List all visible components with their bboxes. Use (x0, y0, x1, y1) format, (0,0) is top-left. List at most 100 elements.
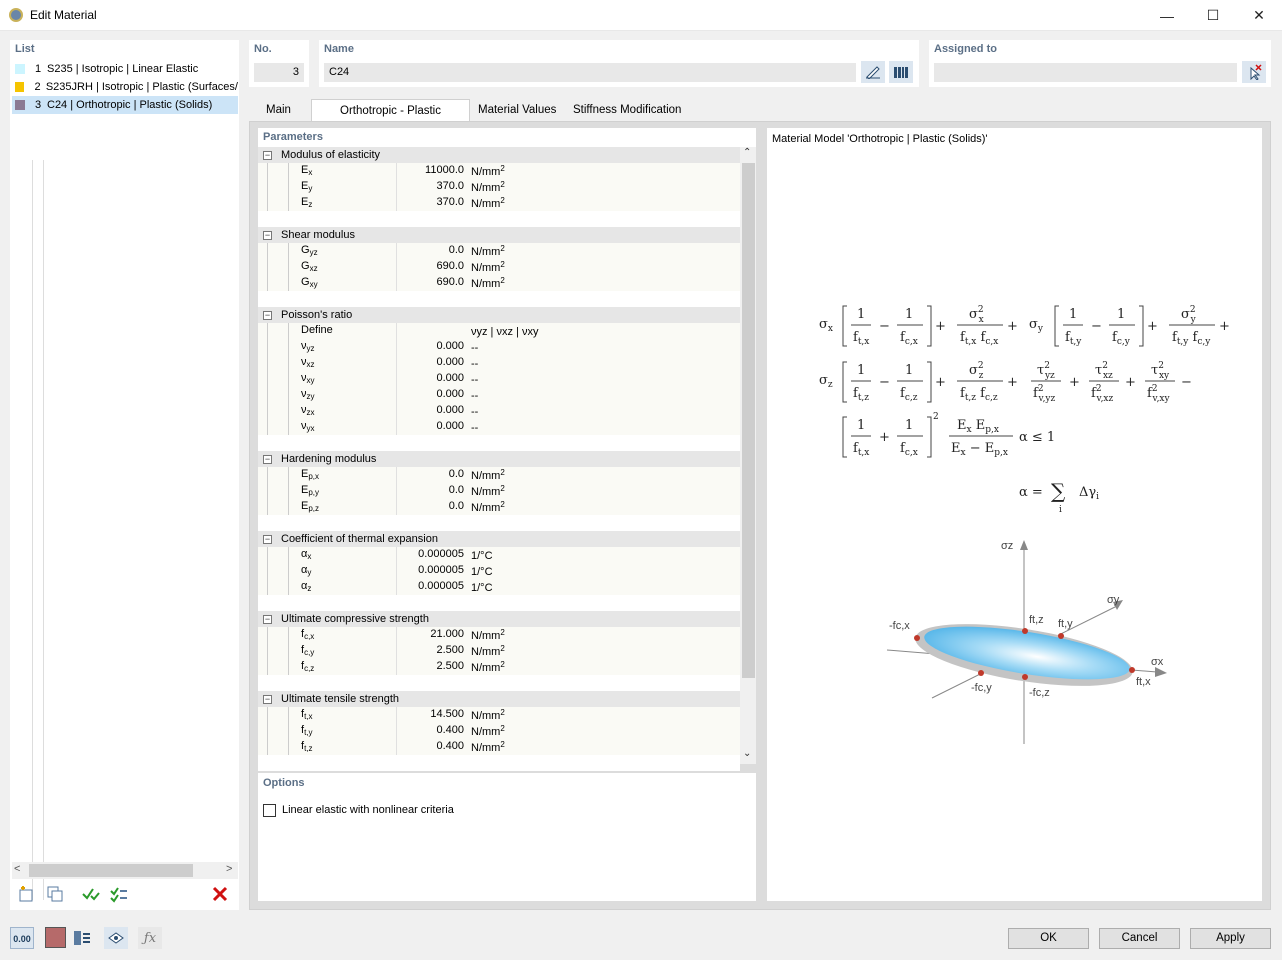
parameter-row[interactable]: νyz 0.000 -- (258, 339, 740, 355)
horizontal-scrollbar[interactable]: < > (12, 862, 238, 879)
parameter-row[interactable]: Ex 11000.0 N/mm2 (258, 163, 740, 179)
collapse-icon[interactable]: − (263, 310, 272, 320)
parameter-row[interactable]: αy 0.000005 1/°C (258, 563, 740, 579)
parameter-row[interactable]: ft,x 14.500 N/mm2 (258, 707, 740, 723)
parameter-row[interactable]: νyx 0.000 -- (258, 419, 740, 435)
list-item-selected[interactable]: 3 C24 | Orthotropic | Plastic (Solids) (12, 96, 238, 114)
units-icon[interactable]: 0.00 (10, 927, 34, 949)
parameter-row[interactable]: νxz 0.000 -- (258, 355, 740, 371)
cancel-button[interactable]: Cancel (1099, 928, 1180, 949)
collapse-icon[interactable]: − (263, 534, 272, 544)
parameter-value[interactable]: 0.0 (396, 484, 464, 496)
scroll-right-arrow[interactable]: > (226, 863, 232, 875)
maximize-button[interactable]: ☐ (1190, 0, 1236, 31)
parameter-row[interactable]: fc,x 21.000 N/mm2 (258, 627, 740, 643)
parameter-value[interactable]: 690.0 (396, 276, 464, 288)
parameter-value[interactable]: 2.500 (396, 660, 464, 672)
parameter-row[interactable]: Gyz 0.0 N/mm2 (258, 243, 740, 259)
parameter-value[interactable]: 0.0 (396, 468, 464, 480)
parameter-row[interactable]: Ep,x 0.0 N/mm2 (258, 467, 740, 483)
apply-button[interactable]: Apply (1190, 928, 1271, 949)
linear-elastic-label[interactable]: Linear elastic with nonlinear criteria (282, 804, 454, 816)
parameter-group-header[interactable]: − Poisson's ratio (258, 307, 740, 323)
parameter-value[interactable]: 0.0 (396, 244, 464, 256)
parameter-row[interactable]: Ey 370.0 N/mm2 (258, 179, 740, 195)
close-button[interactable]: ✕ (1236, 0, 1282, 31)
display-properties-icon[interactable] (70, 927, 94, 949)
parameter-value[interactable]: 0.000005 (396, 548, 464, 560)
scroll-thumb[interactable] (29, 864, 193, 877)
parameter-row[interactable]: ft,z 0.400 N/mm2 (258, 739, 740, 755)
parameter-group-header[interactable]: − Ultimate compressive strength (258, 611, 740, 627)
parameter-row[interactable]: Ep,y 0.0 N/mm2 (258, 483, 740, 499)
parameter-row[interactable]: Gxy 690.0 N/mm2 (258, 275, 740, 291)
collapse-icon[interactable]: − (263, 454, 272, 464)
parameter-group-header[interactable]: − Modulus of elasticity (258, 147, 740, 163)
parameter-row[interactable]: νzy 0.000 -- (258, 387, 740, 403)
parameter-value[interactable]: 11000.0 (396, 164, 464, 176)
linear-elastic-checkbox[interactable] (263, 804, 276, 817)
parameter-value[interactable]: 0.0 (396, 500, 464, 512)
collapse-icon[interactable]: − (263, 694, 272, 704)
parameter-group-header[interactable]: − Shear modulus (258, 227, 740, 243)
parameter-value[interactable]: 0.000 (396, 420, 464, 432)
function-icon[interactable]: ƒx (138, 927, 162, 949)
tab-material-values[interactable]: Material Values (470, 99, 564, 121)
parameter-value[interactable]: 0.000 (396, 388, 464, 400)
tab-main[interactable]: Main (258, 99, 299, 121)
scroll-thumb[interactable] (742, 163, 755, 678)
parameter-row[interactable]: νxy 0.000 -- (258, 371, 740, 387)
check-list-icon[interactable] (107, 883, 131, 905)
parameter-row[interactable]: ft,y 0.400 N/mm2 (258, 723, 740, 739)
parameter-row[interactable]: νzx 0.000 -- (258, 403, 740, 419)
parameter-row[interactable]: Gxz 690.0 N/mm2 (258, 259, 740, 275)
parameter-row[interactable]: Ez 370.0 N/mm2 (258, 195, 740, 211)
check-icon[interactable] (79, 883, 103, 905)
color-icon[interactable] (45, 927, 66, 948)
collapse-icon[interactable]: − (263, 150, 272, 160)
scroll-down-arrow[interactable]: ⌄ (743, 748, 751, 759)
view-icon[interactable] (104, 927, 128, 949)
list-item[interactable]: 2 S235JRH | Isotropic | Plastic (Surface… (12, 78, 238, 96)
parameter-group-header[interactable]: − Ultimate tensile strength (258, 691, 740, 707)
minimize-button[interactable]: — (1144, 0, 1190, 31)
collapse-icon[interactable]: − (263, 230, 272, 240)
copy-icon[interactable] (43, 883, 67, 905)
parameter-value[interactable]: 0.000 (396, 404, 464, 416)
parameter-row[interactable]: fc,z 2.500 N/mm2 (258, 659, 740, 675)
parameter-value[interactable]: 0.000 (396, 356, 464, 368)
scroll-up-arrow[interactable]: ⌃ (743, 147, 751, 158)
parameter-value[interactable]: 370.0 (396, 196, 464, 208)
tab-orthotropic-plastic[interactable]: Orthotropic - Plastic (Solids) (311, 99, 470, 139)
parameter-row[interactable]: αz 0.000005 1/°C (258, 579, 740, 595)
library-icon[interactable] (889, 61, 913, 83)
scroll-left-arrow[interactable]: < (14, 863, 20, 875)
parameter-value[interactable]: 0.000 (396, 340, 464, 352)
parameter-value[interactable]: 0.000005 (396, 564, 464, 576)
parameter-row[interactable]: αx 0.000005 1/°C (258, 547, 740, 563)
delete-icon[interactable] (208, 883, 232, 905)
assigned-field[interactable] (934, 63, 1237, 82)
parameter-value[interactable]: 370.0 (396, 180, 464, 192)
new-material-icon[interactable] (14, 883, 38, 905)
no-field[interactable]: 3 (254, 63, 304, 82)
parameter-value[interactable]: 0.000 (396, 372, 464, 384)
collapse-icon[interactable]: − (263, 614, 272, 624)
parameter-value[interactable]: 0.000005 (396, 580, 464, 592)
parameter-value[interactable]: 2.500 (396, 644, 464, 656)
parameter-row[interactable]: fc,y 2.500 N/mm2 (258, 643, 740, 659)
edit-name-icon[interactable] (861, 61, 885, 83)
parameter-value[interactable]: 14.500 (396, 708, 464, 720)
parameter-row[interactable]: Define νyz | νxz | νxy (258, 323, 740, 339)
parameter-value[interactable]: 0.400 (396, 740, 464, 752)
parameter-group-header[interactable]: − Hardening modulus (258, 451, 740, 467)
select-objects-icon[interactable] (1242, 61, 1266, 83)
tab-stiffness-modification[interactable]: Stiffness Modification (565, 99, 689, 121)
parameter-value[interactable]: 21.000 (396, 628, 464, 640)
parameter-group-header[interactable]: − Coefficient of thermal expansion (258, 531, 740, 547)
parameter-value[interactable]: 0.400 (396, 724, 464, 736)
vertical-scrollbar[interactable]: ⌃ ⌄ (740, 147, 756, 764)
list-item[interactable]: 1 S235 | Isotropic | Linear Elastic (12, 60, 238, 78)
parameter-value[interactable]: 690.0 (396, 260, 464, 272)
ok-button[interactable]: OK (1008, 928, 1089, 949)
